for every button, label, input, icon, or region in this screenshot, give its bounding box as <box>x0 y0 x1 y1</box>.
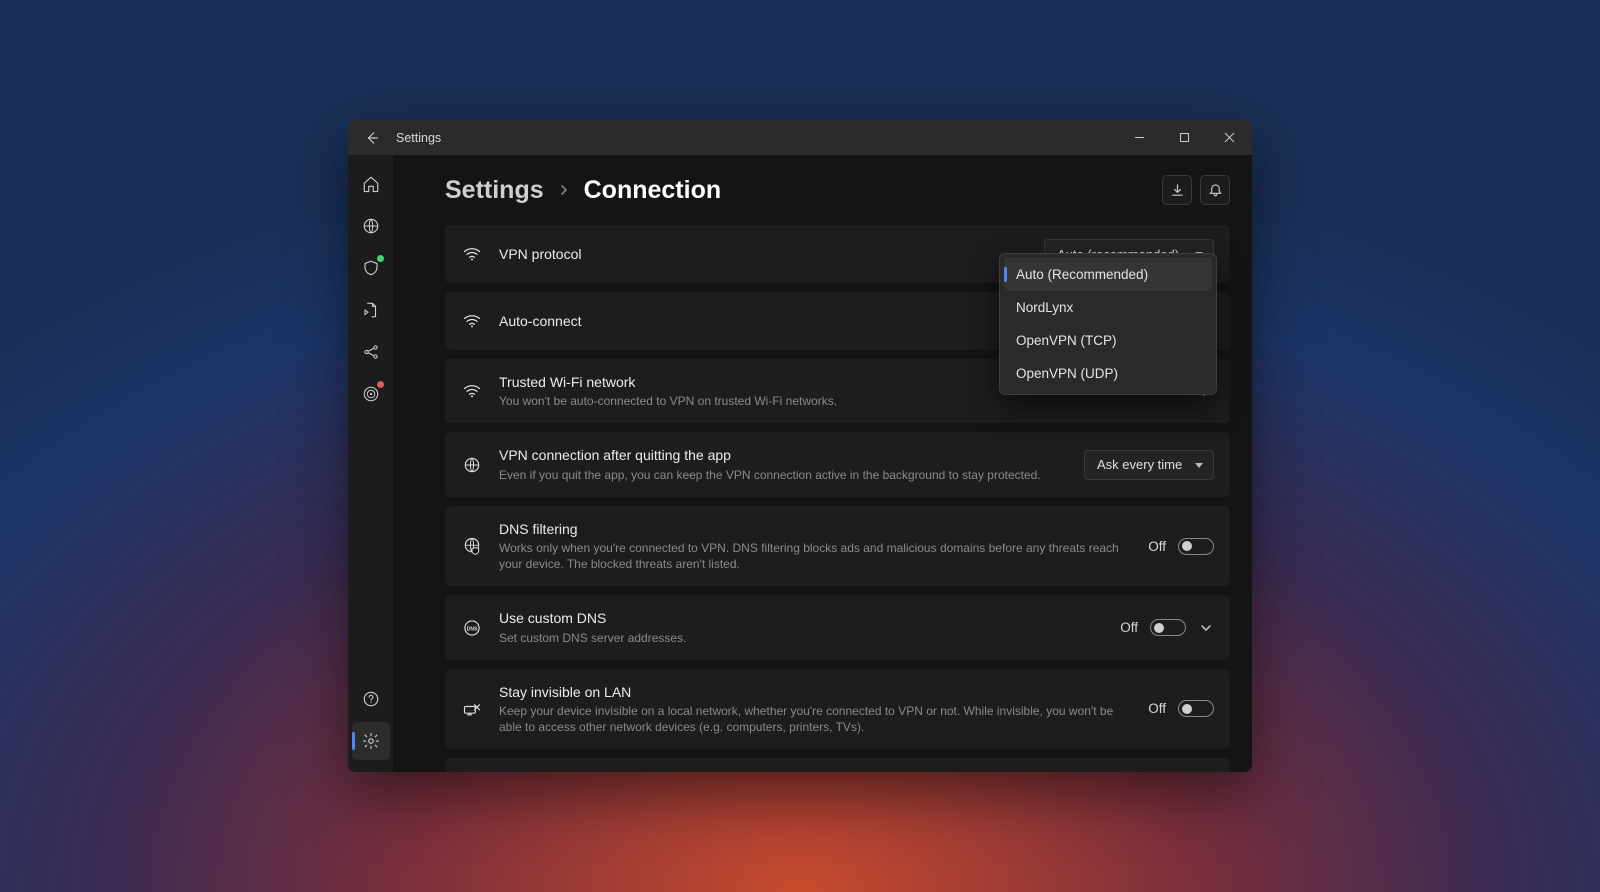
sidebar-item-radar[interactable] <box>352 375 390 413</box>
setting-row-lan-invisible: Stay invisible on LAN Keep your device i… <box>445 669 1230 750</box>
sidebar-item-browse[interactable] <box>352 207 390 245</box>
row-desc: Works only when you're connected to VPN.… <box>499 540 1132 572</box>
alert-dot-icon <box>377 381 384 388</box>
main-content: Settings Connection <box>393 155 1252 772</box>
minimize-button[interactable] <box>1117 120 1162 155</box>
dropdown-item[interactable]: NordLynx <box>1004 291 1212 324</box>
radar-icon <box>362 385 380 403</box>
lan-invisible-icon <box>461 698 483 720</box>
setting-row-remote-access: Allow remote access while connected to V… <box>445 758 1230 772</box>
toggle-state: Off <box>1148 701 1166 716</box>
back-button[interactable] <box>356 122 388 154</box>
row-desc: Even if you quit the app, you can keep t… <box>499 467 1068 483</box>
dropdown-item[interactable]: OpenVPN (TCP) <box>1004 324 1212 357</box>
sidebar-item-home[interactable] <box>352 165 390 203</box>
sidebar-item-mesh[interactable] <box>352 333 390 371</box>
vpn-protocol-dropdown: Auto (Recommended) NordLynx OpenVPN (TCP… <box>999 253 1217 395</box>
status-dot-icon <box>377 255 384 262</box>
sidebar-item-protection[interactable] <box>352 249 390 287</box>
header-actions <box>1162 175 1230 205</box>
page-header: Settings Connection <box>445 175 1230 205</box>
chevron-right-icon <box>558 184 570 196</box>
sidebar <box>348 155 393 772</box>
custom-dns-toggle[interactable] <box>1150 619 1186 636</box>
home-icon <box>362 175 380 193</box>
toggle-state: Off <box>1148 539 1166 554</box>
row-desc: Set custom DNS server addresses. <box>499 630 1104 646</box>
dns-filtering-toggle[interactable] <box>1178 538 1214 555</box>
sidebar-item-file[interactable] <box>352 291 390 329</box>
row-title: VPN protocol <box>499 245 1028 263</box>
mesh-icon <box>362 343 380 361</box>
wifi-icon <box>461 310 483 332</box>
signal-icon <box>461 243 483 265</box>
titlebar: Settings <box>348 120 1252 155</box>
dropdown-item[interactable]: Auto (Recommended) <box>1004 258 1212 291</box>
breadcrumb: Settings Connection <box>445 176 721 205</box>
setting-row-custom-dns: DNS Use custom DNS Set custom DNS server… <box>445 595 1230 659</box>
download-icon <box>1170 183 1185 198</box>
row-title: Stay invisible on LAN <box>499 683 1132 701</box>
maximize-icon <box>1179 132 1190 143</box>
maximize-button[interactable] <box>1162 120 1207 155</box>
sidebar-item-settings[interactable] <box>352 722 390 760</box>
shield-icon <box>362 259 380 277</box>
close-icon <box>1224 132 1235 143</box>
row-desc: You won't be auto-connected to VPN on tr… <box>499 393 1182 409</box>
breadcrumb-root[interactable]: Settings <box>445 176 544 205</box>
svg-text:DNS: DNS <box>467 626 478 632</box>
toggle-state: Off <box>1120 620 1138 635</box>
help-icon <box>362 690 380 708</box>
select-value: Ask every time <box>1097 457 1182 472</box>
dropdown-item[interactable]: OpenVPN (UDP) <box>1004 357 1212 390</box>
setting-row-after-quit: VPN connection after quitting the app Ev… <box>445 432 1230 496</box>
globe-icon <box>362 217 380 235</box>
download-button[interactable] <box>1162 175 1192 205</box>
file-share-icon <box>362 301 380 319</box>
row-title: VPN connection after quitting the app <box>499 446 1068 464</box>
settings-window: Settings <box>348 120 1252 772</box>
minimize-icon <box>1134 132 1145 143</box>
lan-invisible-toggle[interactable] <box>1178 700 1214 717</box>
dropdown-item-label: Auto (Recommended) <box>1016 267 1148 282</box>
dropdown-item-label: NordLynx <box>1016 300 1073 315</box>
window-controls <box>1117 120 1252 155</box>
dns-icon: DNS <box>461 617 483 639</box>
after-quit-select[interactable]: Ask every time <box>1084 450 1214 480</box>
close-button[interactable] <box>1207 120 1252 155</box>
breadcrumb-current: Connection <box>584 176 722 205</box>
setting-row-dns-filtering: DNS filtering Works only when you're con… <box>445 506 1230 587</box>
bell-icon <box>1208 183 1223 198</box>
chevron-down-icon[interactable] <box>1198 620 1214 636</box>
dropdown-item-label: OpenVPN (TCP) <box>1016 333 1117 348</box>
dropdown-item-label: OpenVPN (UDP) <box>1016 366 1118 381</box>
globe-exit-icon <box>461 454 483 476</box>
row-title: Use custom DNS <box>499 609 1104 627</box>
wifi-trusted-icon <box>461 380 483 402</box>
window-body: Settings Connection <box>348 155 1252 772</box>
arrow-left-icon <box>365 131 379 145</box>
sidebar-item-help[interactable] <box>352 680 390 718</box>
dns-shield-icon <box>461 535 483 557</box>
row-title: DNS filtering <box>499 520 1132 538</box>
gear-icon <box>362 732 380 750</box>
window-title: Settings <box>396 131 441 145</box>
notifications-button[interactable] <box>1200 175 1230 205</box>
row-desc: Keep your device invisible on a local ne… <box>499 703 1132 735</box>
